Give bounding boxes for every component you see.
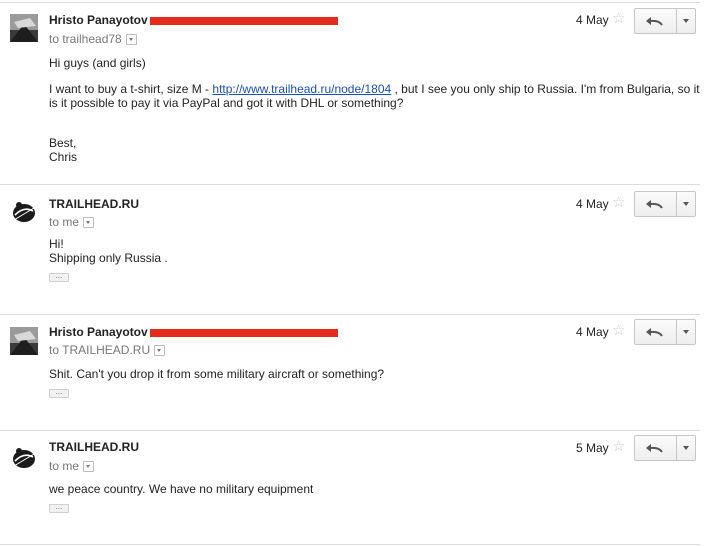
avatar bbox=[10, 327, 38, 355]
sender-name: Hristo Panayotov bbox=[49, 325, 338, 339]
star-icon[interactable]: ☆ bbox=[612, 323, 625, 338]
star-icon[interactable]: ☆ bbox=[612, 195, 625, 210]
recipient-details-icon[interactable] bbox=[125, 34, 137, 46]
email-message[interactable]: TRAILHEAD.RU to me 5 May ☆ we peace coun… bbox=[0, 430, 700, 546]
message-body-line: Best, bbox=[49, 136, 77, 150]
reply-button[interactable] bbox=[635, 436, 677, 460]
message-date: 5 May bbox=[576, 441, 609, 455]
reply-button-group bbox=[634, 319, 696, 345]
email-message[interactable]: Hristo Panayotov to TRAILHEAD.RU 4 May ☆… bbox=[0, 314, 700, 430]
reply-button[interactable] bbox=[635, 192, 677, 216]
more-actions-button[interactable] bbox=[677, 192, 695, 216]
reply-button-group bbox=[634, 191, 696, 217]
more-actions-button[interactable] bbox=[677, 9, 695, 33]
reply-button-group bbox=[634, 8, 696, 34]
show-trimmed-content-button[interactable]: ... bbox=[49, 503, 69, 513]
recipient-line[interactable]: to me bbox=[49, 459, 95, 473]
more-actions-button[interactable] bbox=[677, 320, 695, 344]
reply-icon bbox=[646, 17, 663, 26]
sender-name: Hristo Panayotov bbox=[49, 13, 338, 27]
sender-name: TRAILHEAD.RU bbox=[49, 440, 139, 454]
reply-button[interactable] bbox=[635, 9, 677, 33]
message-body-line: Hi guys (and girls) bbox=[49, 56, 146, 70]
recipient-details-icon[interactable] bbox=[154, 345, 166, 357]
recipient-details-icon[interactable] bbox=[83, 461, 95, 473]
email-message[interactable]: Hristo Panayotov to trailhead78 4 May ☆ … bbox=[0, 0, 700, 184]
star-icon[interactable]: ☆ bbox=[612, 11, 625, 26]
sender-name: TRAILHEAD.RU bbox=[49, 197, 139, 211]
recipient-line[interactable]: to TRAILHEAD.RU bbox=[49, 343, 166, 357]
message-date: 4 May bbox=[576, 13, 609, 27]
avatar bbox=[10, 14, 38, 42]
recipient-line[interactable]: to me bbox=[49, 215, 95, 229]
message-body-line: is it possible to pay it via PayPal and … bbox=[49, 96, 404, 110]
avatar bbox=[10, 198, 38, 226]
email-message[interactable]: TRAILHEAD.RU to me 4 May ☆ Hi! Shipping … bbox=[0, 184, 700, 314]
redaction-bar bbox=[149, 16, 338, 25]
reply-icon bbox=[646, 328, 663, 337]
reply-icon bbox=[646, 200, 663, 209]
recipient-line[interactable]: to trailhead78 bbox=[49, 32, 137, 46]
more-actions-button[interactable] bbox=[677, 436, 695, 460]
avatar bbox=[10, 444, 38, 472]
recipient-details-icon[interactable] bbox=[83, 217, 95, 229]
message-date: 4 May bbox=[576, 197, 609, 211]
message-body-line: Shit. Can't you drop it from some milita… bbox=[49, 367, 385, 381]
show-trimmed-content-button[interactable]: ... bbox=[49, 272, 69, 282]
message-body-line: I want to buy a t-shirt, size M - http:/… bbox=[49, 82, 700, 96]
reply-button-group bbox=[634, 435, 696, 461]
star-icon[interactable]: ☆ bbox=[612, 439, 625, 454]
message-body-line: Chris bbox=[49, 150, 78, 164]
message-body-line: we peace country. We have no military eq… bbox=[49, 482, 314, 496]
message-body-line: Hi! bbox=[49, 237, 64, 251]
message-link[interactable]: http://www.trailhead.ru/node/1804 bbox=[212, 82, 391, 96]
message-date: 4 May bbox=[576, 325, 609, 339]
reply-button[interactable] bbox=[635, 320, 677, 344]
message-body-line: Shipping only Russia . bbox=[49, 251, 168, 265]
divider bbox=[0, 544, 700, 545]
reply-icon bbox=[646, 444, 663, 453]
show-trimmed-content-button[interactable]: ... bbox=[49, 388, 69, 398]
redaction-bar bbox=[149, 328, 338, 337]
